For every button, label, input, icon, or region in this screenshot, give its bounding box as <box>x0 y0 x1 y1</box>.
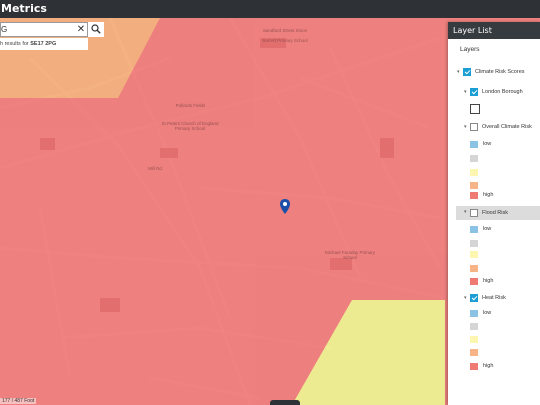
map-poi-label: Sandford Street Sinon <box>262 28 308 33</box>
layer-climate-risk-scores[interactable]: ▾ Climate Risk Scores <box>457 68 540 79</box>
expand-icon[interactable]: ▾ <box>464 295 467 301</box>
legend-swatch <box>470 251 478 258</box>
map-poi-label: Barrett Primary School <box>262 38 308 43</box>
scale-bar: 177 / 487 Foot <box>0 398 37 404</box>
clear-icon[interactable]: ✕ <box>75 24 87 36</box>
layer-checkbox[interactable] <box>470 88 478 96</box>
layer-checkbox[interactable] <box>470 209 478 217</box>
layer-label: Climate Risk Scores <box>475 69 525 75</box>
legend-swatch-low <box>470 226 478 233</box>
legend-swatch <box>470 240 478 247</box>
layers-heading: Layers <box>460 46 480 53</box>
legend-label-low: low <box>483 141 492 147</box>
legend-swatch-high <box>470 278 478 285</box>
layer-overall-climate-risk[interactable]: ▾ Overall Climate Risk <box>464 123 540 134</box>
search-hint-query: SE17 2PG <box>30 41 57 47</box>
layer-heat-risk[interactable]: ▾ Heat Risk <box>464 294 540 305</box>
expand-icon[interactable]: ▾ <box>464 209 467 215</box>
map-poi-label: St Peters Church of England Primary Scho… <box>161 121 219 131</box>
layer-label: London Borough <box>482 89 523 95</box>
legend-label-high: high <box>483 192 494 198</box>
expand-icon[interactable]: ▾ <box>457 69 460 75</box>
legend-swatch <box>470 323 478 330</box>
map-control[interactable] <box>270 400 300 405</box>
legend-label-low: low <box>483 310 492 316</box>
legend-swatch-high <box>470 363 478 370</box>
expand-icon[interactable]: ▾ <box>464 89 467 95</box>
legend-label-high: high <box>483 363 494 369</box>
map-poi-label: Michael Faraday Primary School <box>324 250 375 260</box>
legend-label-low: low <box>483 226 492 232</box>
legend-swatch-high <box>470 192 478 199</box>
search-hint-text: h results for <box>0 41 29 47</box>
expand-icon[interactable]: ▾ <box>464 124 467 130</box>
legend-swatch <box>470 182 478 189</box>
legend-swatch <box>470 169 478 176</box>
app-title: Metrics <box>1 2 47 15</box>
layer-checkbox[interactable] <box>470 294 478 302</box>
legend-swatch <box>470 349 478 356</box>
layer-label: Heat Risk <box>482 295 506 301</box>
layer-flood-risk[interactable]: ▾ Flood Risk <box>456 206 540 220</box>
app-header: Metrics <box>0 0 540 18</box>
search-button[interactable] <box>87 22 104 37</box>
layer-list-panel: Layer List Layers ▾ Climate Risk Scores … <box>448 22 540 405</box>
legend-swatch-low <box>470 310 478 317</box>
layer-label: Flood Risk <box>482 210 508 216</box>
search-result-hint: h results for SE17 2PG <box>0 38 88 50</box>
legend-swatch <box>470 155 478 162</box>
map-poi-label: Pollards Fields <box>175 103 206 108</box>
legend-swatch <box>470 265 478 272</box>
layer-label: Overall Climate Risk <box>482 124 532 130</box>
layer-checkbox[interactable] <box>463 68 471 76</box>
search-icon <box>91 24 101 34</box>
map-poi-label: Mill Rd <box>148 166 162 171</box>
borough-legend-swatch <box>470 104 480 114</box>
legend-label-high: high <box>483 278 494 284</box>
layer-checkbox[interactable] <box>470 123 478 131</box>
layer-london-borough[interactable]: ▾ London Borough <box>464 88 540 99</box>
legend-swatch-low <box>470 141 478 148</box>
layer-list-title: Layer List <box>448 22 540 39</box>
legend-swatch <box>470 336 478 343</box>
search-widget: ✕ <box>0 22 104 37</box>
location-pin-icon[interactable] <box>280 199 290 219</box>
